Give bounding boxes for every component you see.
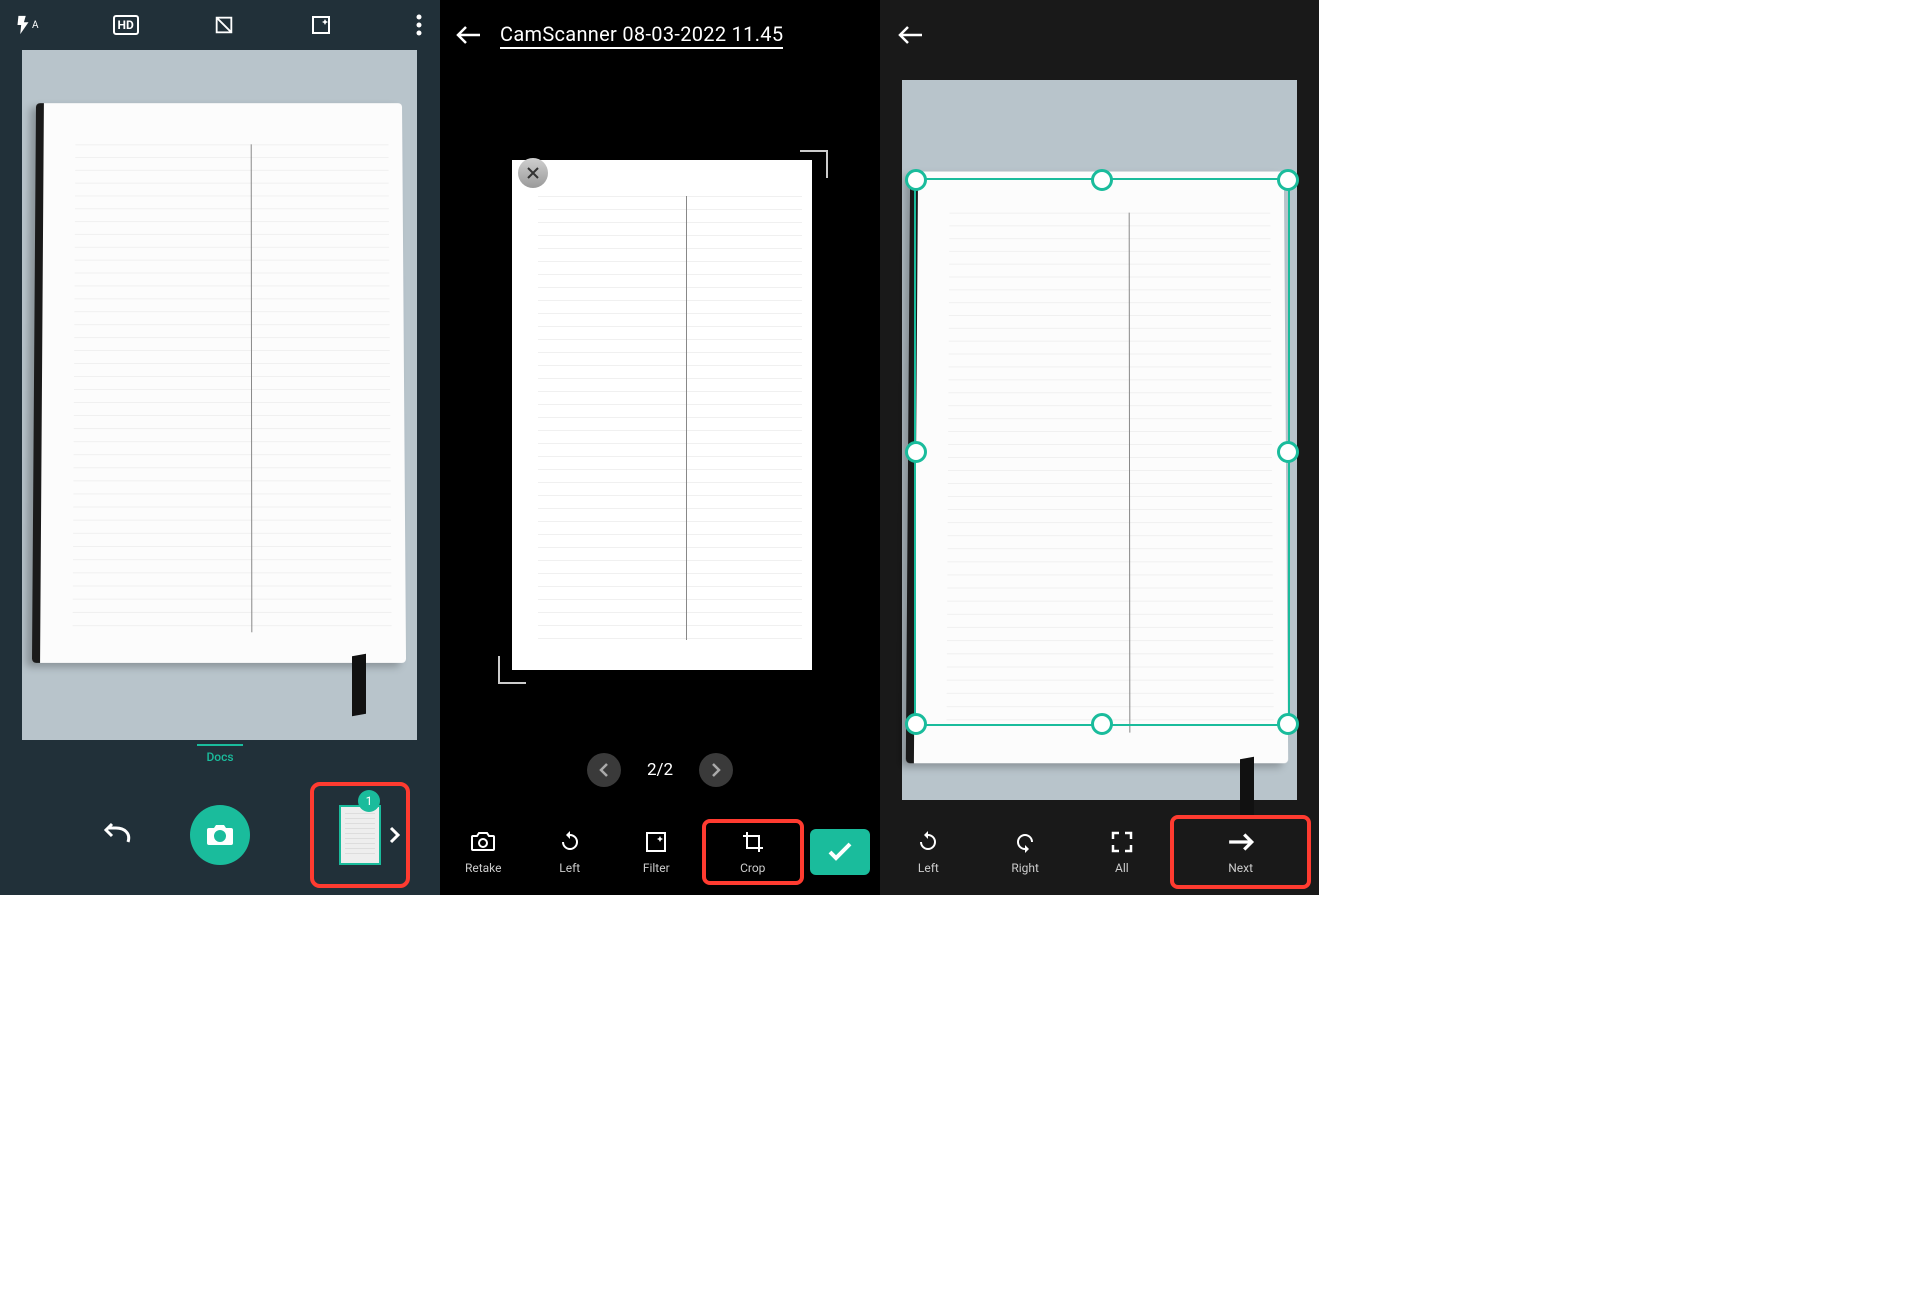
crop-toolbar: Left Right All Next bbox=[880, 809, 1319, 895]
expand-icon bbox=[1111, 829, 1133, 855]
crop-corner-indicator bbox=[498, 656, 526, 684]
rotate-left-button[interactable]: Left bbox=[880, 829, 977, 875]
document-title[interactable]: CamScanner 08-03-2022 11.45 bbox=[500, 22, 783, 49]
edit-top-bar: CamScanner 08-03-2022 11.45 bbox=[440, 0, 880, 70]
page-indicator: 2/2 bbox=[647, 760, 673, 780]
rotate-right-button[interactable]: Right bbox=[977, 829, 1074, 875]
captured-thumbnail-button[interactable]: 1 bbox=[310, 782, 410, 888]
more-menu-icon[interactable] bbox=[416, 14, 422, 36]
next-page-button[interactable] bbox=[699, 753, 733, 787]
crop-handle[interactable] bbox=[905, 713, 927, 735]
arrow-right-icon bbox=[1227, 829, 1255, 855]
flash-auto-icon[interactable]: A bbox=[12, 14, 39, 36]
edit-screen: CamScanner 08-03-2022 11.45 2/2 Retak bbox=[440, 0, 880, 895]
grid-toggle-icon[interactable] bbox=[213, 14, 235, 36]
crop-handle[interactable] bbox=[1091, 713, 1113, 735]
crop-handle[interactable] bbox=[1277, 169, 1299, 191]
filter-icon bbox=[645, 829, 667, 855]
capture-bottom-bar: 1 bbox=[0, 775, 440, 895]
capture-top-toolbar: A HD bbox=[0, 0, 440, 50]
back-icon[interactable] bbox=[456, 25, 482, 45]
capture-screen: A HD Docs bbox=[0, 0, 440, 895]
hd-icon[interactable]: HD bbox=[113, 15, 139, 35]
chevron-right-icon bbox=[388, 826, 400, 844]
confirm-button[interactable] bbox=[810, 829, 870, 875]
crop-handle[interactable] bbox=[905, 169, 927, 191]
crop-top-bar bbox=[880, 0, 1319, 70]
crop-icon bbox=[741, 829, 765, 855]
rotate-right-icon bbox=[1013, 829, 1037, 855]
delete-page-button[interactable] bbox=[518, 158, 548, 188]
next-button[interactable]: Next bbox=[1170, 815, 1311, 889]
document-preview bbox=[32, 103, 406, 663]
select-all-button[interactable]: All bbox=[1074, 829, 1171, 875]
camera-preview bbox=[22, 50, 417, 740]
crop-handle[interactable] bbox=[1277, 441, 1299, 463]
filter-button[interactable]: Filter bbox=[613, 829, 700, 875]
prev-page-button[interactable] bbox=[587, 753, 621, 787]
rotate-left-button[interactable]: Left bbox=[527, 829, 614, 875]
crop-button[interactable]: Crop bbox=[702, 819, 805, 885]
crop-screen: Left Right All Next bbox=[880, 0, 1319, 895]
crop-handle[interactable] bbox=[1277, 713, 1299, 735]
mode-tab-docs[interactable]: Docs bbox=[197, 744, 243, 764]
capture-count-badge: 1 bbox=[358, 790, 380, 812]
crop-frame[interactable] bbox=[914, 178, 1290, 726]
shutter-button[interactable] bbox=[190, 805, 250, 865]
rotate-left-icon bbox=[916, 829, 940, 855]
enhance-icon[interactable] bbox=[309, 13, 333, 37]
crop-handle[interactable] bbox=[905, 441, 927, 463]
edit-toolbar: Retake Left Filter Crop bbox=[440, 809, 880, 895]
page-navigator: 2/2 bbox=[440, 753, 880, 787]
scanned-page-preview[interactable] bbox=[512, 160, 812, 670]
crop-handle[interactable] bbox=[1091, 169, 1113, 191]
retake-button[interactable]: Retake bbox=[440, 829, 527, 875]
rotate-left-icon bbox=[558, 829, 582, 855]
camera-icon bbox=[470, 829, 496, 855]
undo-icon[interactable] bbox=[100, 822, 134, 848]
back-icon[interactable] bbox=[898, 25, 924, 45]
